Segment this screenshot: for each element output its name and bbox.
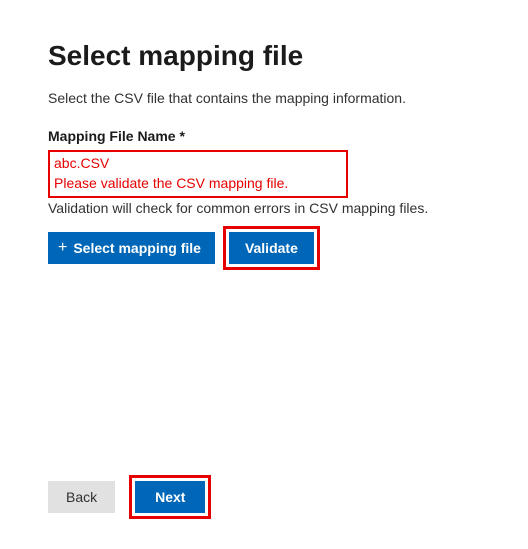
footer-button-row: Back Next: [48, 475, 211, 519]
plus-icon: +: [58, 240, 67, 256]
dialog-content: Select mapping file Select the CSV file …: [0, 0, 528, 270]
validate-highlight: Validate: [223, 226, 320, 270]
select-button-label: Select mapping file: [73, 240, 201, 256]
validation-error-box: abc.CSV Please validate the CSV mapping …: [48, 150, 348, 198]
validate-button[interactable]: Validate: [229, 232, 314, 264]
next-button[interactable]: Next: [135, 481, 205, 513]
file-name-text: abc.CSV: [54, 154, 342, 174]
error-message-text: Please validate the CSV mapping file.: [54, 174, 342, 194]
page-title: Select mapping file: [48, 40, 480, 72]
validation-hint: Validation will check for common errors …: [48, 200, 480, 216]
field-label: Mapping File Name *: [48, 128, 480, 144]
page-description: Select the CSV file that contains the ma…: [48, 90, 480, 106]
back-button[interactable]: Back: [48, 481, 115, 513]
next-highlight: Next: [129, 475, 211, 519]
action-button-row: + Select mapping file Validate: [48, 226, 480, 270]
select-mapping-file-button[interactable]: + Select mapping file: [48, 232, 215, 264]
